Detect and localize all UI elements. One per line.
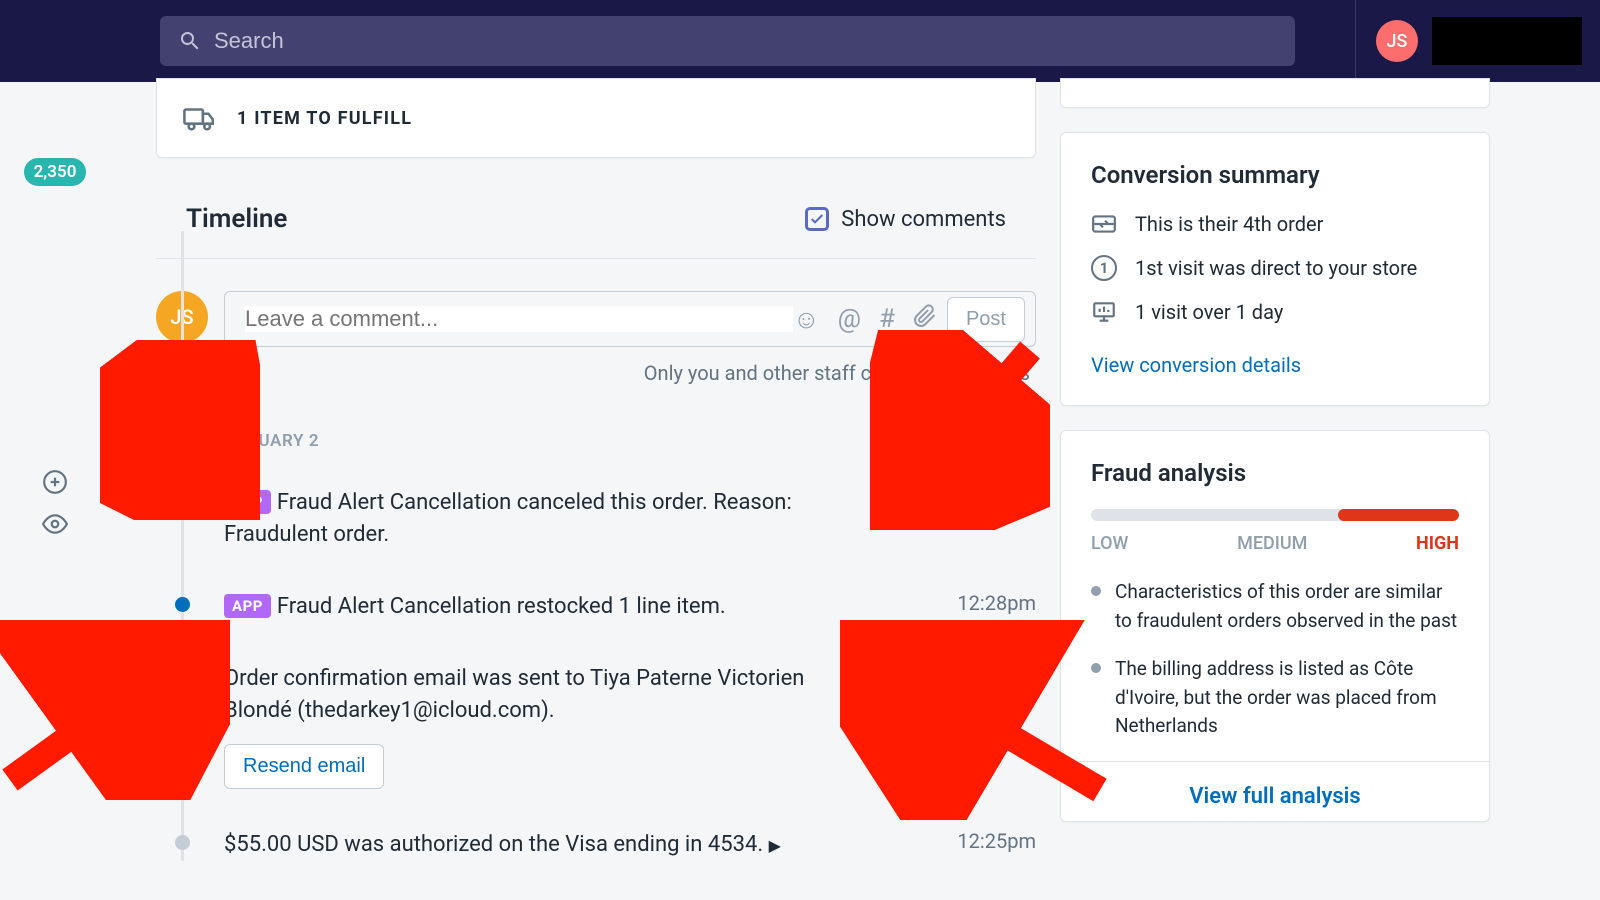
search-icon bbox=[178, 29, 202, 53]
timeline-dot bbox=[175, 669, 190, 684]
bullet-icon bbox=[1091, 663, 1101, 673]
post-button[interactable]: Post bbox=[947, 297, 1025, 342]
fraud-risk-fill bbox=[1338, 509, 1459, 521]
timeline-date: JANUARY 2 bbox=[224, 431, 1036, 451]
timeline-dot bbox=[175, 835, 190, 850]
timeline-text: APPFraud Alert Cancellation restocked 1 … bbox=[224, 591, 726, 623]
bullet-icon bbox=[1091, 586, 1101, 596]
topbar-right: JS bbox=[1355, 0, 1582, 82]
timeline-text: APPFraud Alert Cancellation canceled thi… bbox=[224, 487, 864, 551]
comment-hint: Only you and other staff can see comment… bbox=[224, 361, 1036, 385]
timeline: Timeline Show comments JS ☺ @ bbox=[156, 204, 1036, 861]
timeline-item[interactable]: $55.00 USD was authorized on the Visa en… bbox=[224, 829, 1036, 861]
timeline-item[interactable]: APPFraud Alert Cancellation canceled thi… bbox=[224, 487, 1036, 551]
repeat-order-icon bbox=[1091, 211, 1117, 237]
redacted-store-name bbox=[1432, 17, 1582, 65]
conversion-row: 1 1st visit was direct to your store bbox=[1091, 255, 1459, 281]
fraud-indicator: The billing address is listed as Côte d'… bbox=[1091, 655, 1459, 741]
resend-email-button[interactable]: Resend email bbox=[224, 744, 384, 789]
topbar: JS bbox=[0, 0, 1600, 82]
side-card-cutoff bbox=[1060, 78, 1490, 108]
fulfill-label: 1 ITEM TO FULFILL bbox=[237, 108, 412, 129]
fraud-risk-bar bbox=[1091, 509, 1459, 521]
timeline-list: JANUARY 2 APPFraud Alert Cancellation ca… bbox=[156, 431, 1036, 861]
comment-input[interactable] bbox=[245, 306, 793, 332]
timeline-text: $55.00 USD was authorized on the Visa en… bbox=[224, 829, 781, 861]
emoji-icon[interactable]: ☺ bbox=[793, 304, 820, 335]
comment-box[interactable]: ☺ @ # Post bbox=[224, 291, 1036, 347]
fraud-low-label: LOW bbox=[1091, 533, 1128, 554]
timeline-item[interactable]: APPFraud Alert Cancellation restocked 1 … bbox=[224, 591, 1036, 623]
truck-icon bbox=[183, 101, 217, 135]
conversion-row: 1 visit over 1 day bbox=[1091, 299, 1459, 325]
view-full-analysis-link[interactable]: View full analysis bbox=[1061, 761, 1489, 813]
eye-icon[interactable] bbox=[41, 510, 69, 538]
timeline-text: Order confirmation email was sent to Tiy… bbox=[224, 663, 864, 727]
show-comments-toggle[interactable]: Show comments bbox=[805, 207, 1006, 232]
fraud-high-label: HIGH bbox=[1416, 533, 1459, 554]
search-input[interactable] bbox=[214, 28, 1277, 54]
user-avatar[interactable]: JS bbox=[1376, 20, 1418, 62]
timeline-dot bbox=[175, 493, 190, 508]
timeline-title: Timeline bbox=[186, 204, 287, 234]
presentation-icon bbox=[1091, 299, 1117, 325]
fulfillment-card[interactable]: 1 ITEM TO FULFILL bbox=[156, 78, 1036, 158]
checkbox-checked-icon bbox=[805, 207, 829, 231]
conversion-title: Conversion summary bbox=[1091, 161, 1459, 189]
left-rail: 2,350 bbox=[0, 82, 110, 900]
app-badge: APP bbox=[224, 594, 271, 618]
timeline-axis bbox=[181, 231, 184, 861]
app-badge: APP bbox=[224, 490, 271, 514]
mention-icon[interactable]: @ bbox=[838, 304, 861, 334]
conversion-summary-card: Conversion summary This is their 4th ord… bbox=[1060, 132, 1490, 406]
timeline-time: 12:25pm bbox=[957, 663, 1036, 687]
search-field[interactable] bbox=[160, 16, 1295, 66]
conversion-row: This is their 4th order bbox=[1091, 211, 1459, 237]
add-icon[interactable] bbox=[41, 468, 69, 496]
timeline-item[interactable]: Order confirmation email was sent to Tiy… bbox=[224, 663, 1036, 790]
fraud-analysis-card: Fraud analysis LOW MEDIUM HIGH Character… bbox=[1060, 430, 1490, 822]
timeline-time: 12:28pm bbox=[957, 487, 1036, 511]
timeline-time: 12:28pm bbox=[957, 591, 1036, 615]
first-visit-icon: 1 bbox=[1091, 255, 1117, 281]
fraud-indicator: Characteristics of this order are simila… bbox=[1091, 578, 1459, 635]
fraud-med-label: MEDIUM bbox=[1237, 533, 1307, 554]
caret-right-icon: ▶ bbox=[769, 836, 781, 855]
fraud-risk-labels: LOW MEDIUM HIGH bbox=[1091, 533, 1459, 554]
orders-count-badge[interactable]: 2,350 bbox=[24, 158, 87, 186]
timeline-time: 12:25pm bbox=[957, 829, 1036, 853]
view-conversion-link[interactable]: View conversion details bbox=[1091, 353, 1301, 377]
attachment-icon[interactable] bbox=[913, 304, 937, 335]
fraud-title: Fraud analysis bbox=[1091, 459, 1459, 487]
hashtag-icon[interactable]: # bbox=[879, 304, 895, 334]
timeline-dot bbox=[175, 597, 190, 612]
show-comments-label: Show comments bbox=[841, 207, 1006, 232]
